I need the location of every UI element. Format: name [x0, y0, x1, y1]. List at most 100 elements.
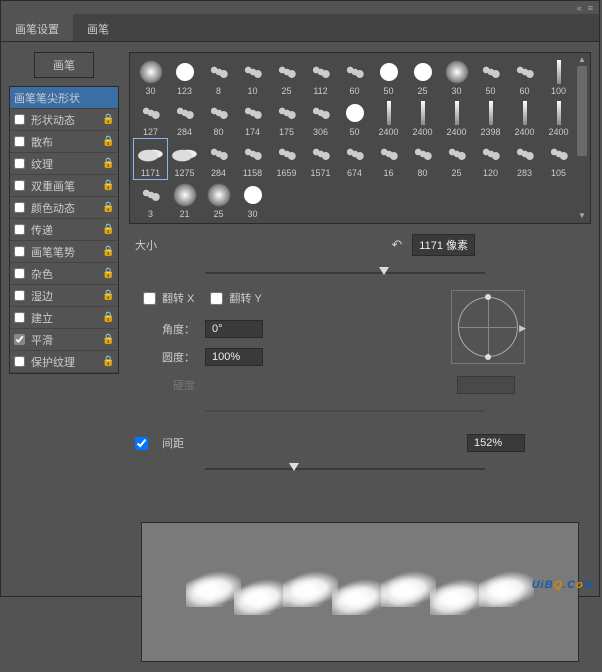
brush-swatch[interactable]: 16 — [372, 139, 405, 179]
opt-checkbox[interactable] — [14, 356, 25, 367]
angle-field[interactable]: 0° — [205, 320, 263, 338]
opt-checkbox[interactable] — [14, 202, 25, 213]
brush-swatch[interactable]: 50 — [474, 57, 507, 97]
brush-swatch[interactable]: 25 — [406, 57, 439, 97]
opt-checkbox[interactable] — [14, 312, 25, 323]
opt-8[interactable]: 湿边🔒 — [10, 285, 118, 307]
opt-checkbox[interactable] — [14, 334, 25, 345]
brush-swatch[interactable]: 1171 — [134, 139, 167, 179]
brush-swatch[interactable]: 25 — [270, 57, 303, 97]
opt-3[interactable]: 双重画笔🔒 — [10, 175, 118, 197]
brush-swatch[interactable]: 60 — [508, 57, 541, 97]
opt-checkbox[interactable] — [14, 246, 25, 257]
lock-icon[interactable]: 🔒 — [102, 114, 114, 125]
opt-9[interactable]: 建立🔒 — [10, 307, 118, 329]
brush-swatch[interactable]: 105 — [542, 139, 575, 179]
brush-swatch[interactable]: 123 — [168, 57, 201, 97]
opt-10[interactable]: 平滑🔒 — [10, 329, 118, 351]
lock-icon[interactable]: 🔒 — [102, 356, 114, 367]
flip-y-checkbox[interactable] — [210, 292, 223, 305]
brush-swatch[interactable]: 284 — [202, 139, 235, 179]
brush-swatch[interactable]: 674 — [338, 139, 371, 179]
brush-swatch[interactable]: 30 — [134, 57, 167, 97]
brush-swatch[interactable]: 50 — [372, 57, 405, 97]
opt-brush-tip-shape[interactable]: 画笔笔尖形状 — [10, 87, 118, 109]
brush-swatch[interactable]: 1158 — [236, 139, 269, 179]
angle-roundness-control[interactable]: ▶ — [451, 290, 525, 364]
lock-icon[interactable]: 🔒 — [102, 246, 114, 257]
opt-2[interactable]: 纹理🔒 — [10, 153, 118, 175]
brush-swatch[interactable]: 30 — [236, 180, 269, 220]
brush-swatch[interactable]: 25 — [202, 180, 235, 220]
brush-swatch[interactable]: 50 — [338, 98, 371, 138]
tab-brush-settings[interactable]: 画笔设置 — [1, 14, 73, 41]
opt-7[interactable]: 杂色🔒 — [10, 263, 118, 285]
brush-swatch[interactable]: 120 — [474, 139, 507, 179]
lock-icon[interactable]: 🔒 — [102, 268, 114, 279]
brush-swatch[interactable]: 25 — [440, 139, 473, 179]
opt-checkbox[interactable] — [14, 114, 25, 125]
spacing-field[interactable]: 152% — [467, 434, 525, 452]
lock-icon[interactable]: 🔒 — [102, 158, 114, 169]
brush-swatch[interactable]: 8 — [202, 57, 235, 97]
brush-swatch[interactable]: 175 — [270, 98, 303, 138]
opt-checkbox[interactable] — [14, 224, 25, 235]
brush-swatch[interactable]: 21 — [168, 180, 201, 220]
opt-checkbox[interactable] — [14, 158, 25, 169]
panel-menu-icon[interactable]: ≡ — [588, 3, 593, 13]
brush-swatch[interactable]: 30 — [440, 57, 473, 97]
lock-icon[interactable]: 🔒 — [102, 180, 114, 191]
opt-checkbox[interactable] — [14, 290, 25, 301]
brush-swatch[interactable]: 2400 — [440, 98, 473, 138]
roundness-field[interactable]: 100% — [205, 348, 263, 366]
scroll-up-icon[interactable]: ▲ — [575, 54, 589, 66]
opt-4[interactable]: 颜色动态🔒 — [10, 197, 118, 219]
lock-icon[interactable]: 🔒 — [102, 136, 114, 147]
brush-swatch[interactable]: 2400 — [508, 98, 541, 138]
brush-swatch[interactable]: 1275 — [168, 139, 201, 179]
brush-swatch[interactable]: 174 — [236, 98, 269, 138]
brush-swatch[interactable]: 60 — [338, 57, 371, 97]
spacing-checkbox[interactable] — [135, 437, 148, 450]
brush-swatch[interactable]: 2398 — [474, 98, 507, 138]
reset-size-icon[interactable]: ↶ — [391, 237, 402, 253]
brush-swatch[interactable]: 127 — [134, 98, 167, 138]
spacing-slider[interactable] — [205, 462, 485, 476]
opt-checkbox[interactable] — [14, 136, 25, 147]
brushes-button[interactable]: 画笔 — [34, 52, 94, 78]
opt-5[interactable]: 传递🔒 — [10, 219, 118, 241]
grid-scrollbar[interactable]: ▲ ▼ — [575, 54, 589, 222]
brush-swatch[interactable]: 1659 — [270, 139, 303, 179]
brush-swatch[interactable]: 306 — [304, 98, 337, 138]
lock-icon[interactable]: 🔒 — [102, 334, 114, 345]
brush-swatch[interactable]: 1571 — [304, 139, 337, 179]
brush-swatch[interactable]: 283 — [508, 139, 541, 179]
lock-icon[interactable]: 🔒 — [102, 224, 114, 235]
brush-swatch[interactable]: 80 — [202, 98, 235, 138]
brush-swatch[interactable]: 2400 — [542, 98, 575, 138]
scrollbar-thumb[interactable] — [577, 66, 587, 156]
brush-swatch[interactable]: 10 — [236, 57, 269, 97]
size-slider[interactable] — [205, 266, 485, 280]
brush-swatch[interactable]: 2400 — [372, 98, 405, 138]
size-field[interactable]: 1171 像素 — [412, 234, 475, 256]
lock-icon[interactable]: 🔒 — [102, 290, 114, 301]
brush-swatch[interactable]: 100 — [542, 57, 575, 97]
flip-x-checkbox[interactable] — [143, 292, 156, 305]
brush-swatch[interactable]: 3 — [134, 180, 167, 220]
lock-icon[interactable]: 🔒 — [102, 312, 114, 323]
opt-11[interactable]: 保护纹理🔒 — [10, 351, 118, 373]
brush-swatch[interactable]: 2400 — [406, 98, 439, 138]
opt-6[interactable]: 画笔笔势🔒 — [10, 241, 118, 263]
lock-icon[interactable]: 🔒 — [102, 202, 114, 213]
opt-1[interactable]: 散布🔒 — [10, 131, 118, 153]
brush-swatch[interactable]: 284 — [168, 98, 201, 138]
tab-brushes[interactable]: 画笔 — [73, 14, 123, 41]
scroll-down-icon[interactable]: ▼ — [575, 210, 589, 222]
opt-checkbox[interactable] — [14, 268, 25, 279]
opt-0[interactable]: 形状动态🔒 — [10, 109, 118, 131]
opt-checkbox[interactable] — [14, 180, 25, 191]
preview-drag-handle[interactable]: ::::: — [142, 523, 578, 529]
brush-swatch[interactable]: 112 — [304, 57, 337, 97]
brush-swatch[interactable]: 80 — [406, 139, 439, 179]
